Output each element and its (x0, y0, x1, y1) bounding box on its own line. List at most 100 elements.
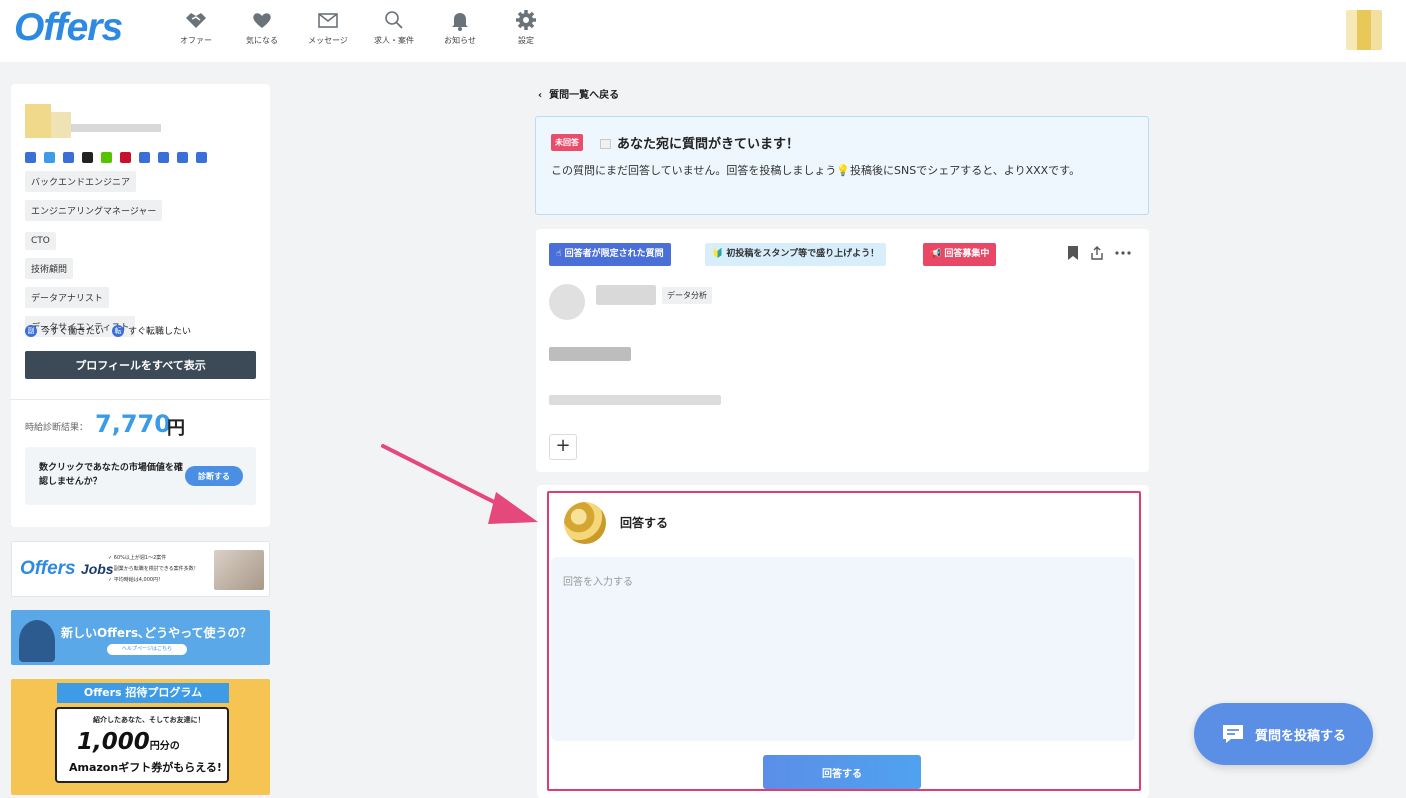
heart-icon (253, 13, 271, 28)
notice-title: あなた宛に質問がきています！ (600, 133, 799, 152)
nav-label: お知らせ (444, 36, 476, 45)
question-card: ☝ 回答者が限定された質問 🔰 初投稿をスタンプ等で盛り上げよう！ 📢 回答募集… (536, 229, 1149, 472)
invite-program-banner[interactable]: Offers 招待プログラム 紹介したあなた、そしてお友達に！ 1,000円分の… (11, 679, 270, 795)
blurred-question-body (549, 395, 721, 405)
jobs-logo-text: Offers (20, 558, 76, 579)
limited-question-badge: ☝ 回答者が限定された質問 (549, 243, 671, 266)
share-icon[interactable] (1089, 245, 1105, 261)
bookmark-icon[interactable] (1066, 245, 1080, 261)
back-to-questions-link[interactable]: ‹ 質問一覧へ戻る (538, 86, 619, 101)
profile-card: バックエンドエンジニア エンジニアリングマネージャー CTO 技術顧問 データア… (11, 84, 270, 527)
sns-links (25, 152, 207, 163)
show-profile-button[interactable]: プロフィールをすべて表示 (25, 351, 256, 379)
notice-title-text: あなた宛に質問がきています！ (617, 137, 800, 152)
divider (11, 399, 270, 400)
salary-value: 7,770 (95, 410, 171, 438)
mail-icon (318, 13, 338, 28)
search-icon (385, 11, 403, 29)
gear-icon (516, 10, 536, 30)
answerer-avatar (564, 502, 606, 544)
nav-label: 求人・案件 (374, 36, 414, 45)
jobs-point: ✓ 60%以上が週1〜2案件 (108, 555, 167, 561)
market-value-box: 数クリックであなたの市場価値を確認しませんか？ 診断する (25, 447, 256, 505)
nav-label: メッセージ (308, 36, 348, 45)
blurred-asker-name (596, 285, 656, 305)
nav-notice[interactable]: お知らせ (430, 8, 490, 46)
status-label: すぐ転職したい (128, 327, 192, 337)
offers-logo[interactable]: Offers (14, 6, 123, 50)
salary-unit: 円 (167, 418, 185, 439)
diagnose-text: 数クリックであなたの市場価値を確認しませんか？ (39, 463, 183, 487)
blurred-user-name (25, 104, 165, 138)
user-avatar[interactable] (1346, 10, 1382, 50)
facebook-icon[interactable] (25, 152, 36, 163)
nav-settings[interactable]: 設定 (496, 8, 556, 46)
mailbox-icon (600, 139, 611, 149)
answer-title: 回答する (620, 516, 669, 530)
invite-amount: 1,000円分の (77, 729, 180, 755)
jobs-point: ✓ 平均時給は4,000円！ (108, 577, 164, 583)
github-icon[interactable] (82, 152, 93, 163)
top-header: Offers オファー 気になる メッセージ 求人・案件 お知らせ 設定 (0, 0, 1406, 62)
jobs-photos (214, 550, 264, 590)
person-illustration (19, 620, 55, 662)
linkedin-icon[interactable] (63, 152, 74, 163)
help-page-link[interactable]: ヘルプページはこちら (107, 644, 187, 655)
help-banner-text: 新しいOffers､どうやって使うの？ (61, 626, 252, 640)
invite-sub: 紹介したあなた、そしてお友達に！ (93, 716, 205, 724)
twitter-icon[interactable] (44, 152, 55, 163)
skill-tag: データアナリスト (25, 287, 109, 308)
question-category-tag: データ分析 (662, 287, 712, 304)
sj-icon[interactable] (158, 152, 169, 163)
main-nav: オファー 気になる メッセージ 求人・案件 お知らせ 設定 (166, 8, 556, 46)
skill-tags: バックエンドエンジニア エンジニアリングマネージャー CTO 技術顧問 データア… (25, 170, 163, 344)
skill-tag: エンジニアリングマネージャー (25, 200, 163, 221)
nav-offer[interactable]: オファー (166, 8, 226, 46)
offers-jobs-banner[interactable]: Offers Jobs ✓ 60%以上が週1〜2案件 ✓ 副業から転職を検討でき… (11, 541, 270, 597)
notice-body: この質問にまだ回答していません。回答を投稿しましょう💡投稿後にSNSでシェアする… (551, 164, 1081, 177)
status-label: 今すぐ働きたい (41, 327, 105, 337)
annotation-arrow (381, 444, 538, 524)
jobs-points: ✓ 60%以上が週1〜2案件 ✓ 副業から転職を検討できる案件多数！ ✓ 平均時… (108, 553, 199, 586)
nav-label: オファー (180, 36, 212, 45)
nav-label: 設定 (518, 36, 534, 45)
job-change-badge: 転 (112, 324, 125, 337)
qiita-icon[interactable] (101, 152, 112, 163)
chat-icon (1222, 725, 1243, 743)
more-icon[interactable] (1114, 250, 1132, 256)
invite-gift: Amazonギフト券がもらえる! (69, 761, 222, 774)
blurred-question-title (549, 347, 631, 361)
salary-label: 時給診断結果： (25, 423, 89, 433)
wantedly-icon[interactable] (177, 152, 188, 163)
skill-tag: バックエンドエンジニア (25, 171, 137, 192)
slash-icon[interactable] (196, 152, 207, 163)
back-link-label: 質問一覧へ戻る (549, 90, 620, 101)
question-actions (1066, 245, 1132, 261)
jobs-point: ✓ 副業から転職を検討できる案件多数！ (108, 566, 199, 572)
post-question-fab[interactable]: 質問を投稿する (1194, 703, 1373, 765)
invite-amount-unit: 円分の (149, 741, 180, 752)
nav-message[interactable]: メッセージ (298, 8, 358, 46)
work-status: 副 今すぐ働きたい 転 すぐ転職したい (25, 324, 191, 337)
diagnose-button[interactable]: 診断する (185, 466, 243, 486)
invite-amount-value: 1,000 (77, 729, 150, 755)
fab-label: 質問を投稿する (1254, 727, 1346, 743)
handshake-icon (186, 13, 206, 28)
add-reaction-button[interactable]: + (549, 434, 577, 460)
unanswered-notice: 未回答 あなた宛に質問がきています！ この質問にまだ回答していません。回答を投稿… (535, 116, 1149, 215)
blurred-asker-avatar (549, 284, 585, 320)
answer-input[interactable] (551, 557, 1135, 741)
nav-search[interactable]: 求人・案件 (364, 8, 424, 46)
speakerdeck-icon[interactable] (120, 152, 131, 163)
side-job-badge: 副 (25, 324, 37, 337)
submit-answer-button[interactable]: 回答する (763, 755, 921, 789)
hatena-icon[interactable] (139, 152, 150, 163)
skill-tag: CTO (25, 232, 56, 250)
help-banner[interactable]: 新しいOffers､どうやって使うの？ ヘルプページはこちら (11, 610, 270, 665)
recruiting-badge: 📢 回答募集中 (923, 243, 997, 266)
nav-label: 気になる (246, 36, 278, 45)
unanswered-badge: 未回答 (551, 134, 583, 151)
nav-favorite[interactable]: 気になる (232, 8, 292, 46)
offers-jobs-logo: Offers Jobs (20, 558, 114, 580)
skill-tag: 技術顧問 (25, 258, 74, 279)
